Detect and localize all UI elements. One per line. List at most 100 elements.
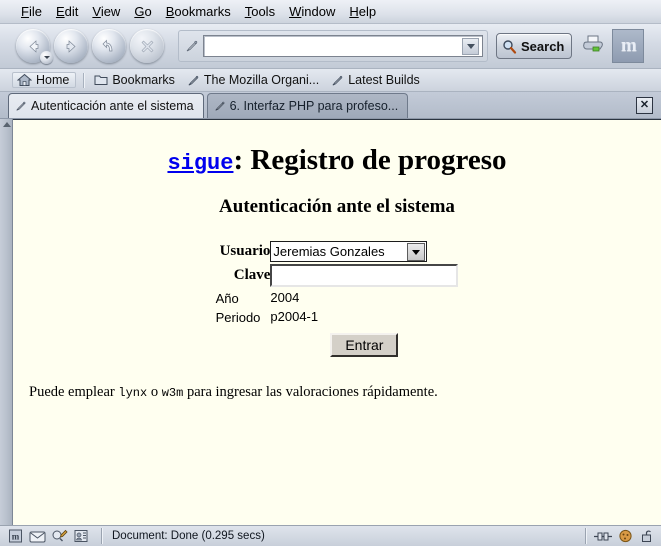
- stop-button[interactable]: [130, 29, 164, 63]
- component-bar: m: [0, 528, 97, 545]
- back-button[interactable]: [16, 29, 53, 64]
- content-row: sigue: Registro de progreso Autenticació…: [0, 119, 661, 525]
- ano-value: 2004: [270, 290, 300, 305]
- unlocked-padlock-icon[interactable]: [637, 528, 657, 545]
- bookmark-latest-builds[interactable]: Latest Builds: [327, 72, 426, 88]
- tab-bar: Autenticación ante el sistema 6. Interfa…: [0, 92, 661, 119]
- bookmark-icon: [187, 74, 200, 87]
- bookmarks-toolbar: Home Bookmarks The Mozilla Organi... Lat…: [0, 69, 661, 92]
- menu-window-mnemonic: W: [289, 4, 302, 19]
- menu-bookmarks-rest: ookmarks: [174, 4, 231, 19]
- search-button-label: Search: [521, 38, 565, 54]
- page-subtitle: Autenticación ante el sistema: [219, 196, 455, 217]
- back-arrow-icon: [28, 39, 38, 53]
- tab-interfaz-php-label: 6. Interfaz PHP para profeso...: [229, 99, 399, 113]
- menu-go-rest: o: [144, 4, 152, 19]
- stop-x-icon: [141, 40, 153, 52]
- bookmark-mozilla-org[interactable]: The Mozilla Organi...: [183, 72, 325, 88]
- printer-icon: [583, 35, 604, 52]
- connection-icon[interactable]: [593, 528, 613, 545]
- entrar-button[interactable]: Entrar: [330, 333, 399, 357]
- bookmark-home-button[interactable]: Home: [12, 72, 77, 88]
- footnote-code-lynx: lynx: [118, 386, 148, 400]
- sigue-link[interactable]: sigue: [167, 151, 233, 176]
- composer-icon[interactable]: [49, 528, 69, 545]
- menu-view[interactable]: View: [85, 3, 127, 20]
- menu-help-mnemonic: H: [349, 4, 359, 19]
- footnote-part2: o: [147, 384, 162, 400]
- usuario-select-wrapper: Jeremias Gonzales: [270, 241, 428, 262]
- menu-help-rest: elp: [358, 4, 377, 19]
- menu-edit[interactable]: Edit: [49, 3, 85, 20]
- bookmark-bookmarks-folder[interactable]: Bookmarks: [90, 72, 181, 88]
- tab-page-icon: [214, 100, 226, 112]
- menu-window[interactable]: Window: [282, 3, 342, 20]
- footnote: Puede emplear lynx o w3m para ingresar l…: [29, 384, 661, 401]
- periodo-label: Periodo: [215, 310, 261, 325]
- status-separator: [585, 528, 587, 544]
- status-bar: m Document: Done (0.295 secs): [0, 525, 661, 546]
- tab-interfaz-php[interactable]: 6. Interfaz PHP para profeso...: [206, 93, 409, 118]
- status-text: Document: Done (0.295 secs): [112, 530, 265, 542]
- navigation-toolbar: Search m: [0, 24, 661, 69]
- page-title-rest: : Registro de progreso: [233, 144, 507, 176]
- back-dropdown-icon[interactable]: [40, 51, 53, 64]
- usuario-select[interactable]: Jeremias Gonzales: [270, 241, 428, 262]
- forward-arrow-icon: [66, 39, 76, 53]
- menu-help[interactable]: Help: [342, 3, 383, 20]
- close-tab-button[interactable]: ✕: [636, 97, 653, 114]
- toolbar-separator: [83, 72, 86, 88]
- search-button[interactable]: Search: [496, 33, 573, 59]
- home-icon: [17, 73, 32, 87]
- mozilla-logo-icon[interactable]: m: [612, 29, 645, 63]
- menu-window-rest: indow: [301, 4, 336, 19]
- addressbook-icon[interactable]: [71, 528, 91, 545]
- url-input[interactable]: [207, 38, 462, 54]
- cookie-icon[interactable]: [615, 528, 635, 545]
- menu-bar: File Edit View Go Bookmarks Tools Window…: [0, 0, 661, 24]
- tab-page-icon: [15, 100, 27, 112]
- usuario-label: Usuario: [219, 243, 271, 259]
- footnote-part1: Puede emplear: [29, 384, 119, 400]
- sidebar-collapse-strip[interactable]: [0, 119, 13, 525]
- menu-go-mnemonic: G: [134, 4, 145, 19]
- bookmark-mozilla-org-label: The Mozilla Organi...: [203, 73, 320, 87]
- mozilla-logo-label: m: [620, 35, 637, 56]
- menu-view-mnemonic: V: [92, 4, 101, 19]
- forward-button[interactable]: [54, 29, 88, 63]
- submit-cell: Entrar: [270, 326, 458, 358]
- menu-file-rest: ile: [28, 4, 42, 19]
- footnote-part3: para ingresar las valoraciones rápidamen…: [183, 384, 438, 400]
- menu-go[interactable]: Go: [127, 3, 158, 20]
- browser-icon[interactable]: m: [5, 528, 25, 545]
- clave-input[interactable]: [270, 264, 459, 287]
- ano-label: Año: [215, 291, 239, 306]
- bookmark-tag-icon: [185, 39, 199, 53]
- table-row-usuario: Usuario Jeremias Gonzales: [216, 240, 459, 263]
- tab-autenticacion[interactable]: Autenticación ante el sistema: [8, 93, 204, 118]
- clave-label: Clave: [233, 267, 271, 283]
- menu-bookmarks[interactable]: Bookmarks: [159, 3, 238, 20]
- menu-view-rest: iew: [100, 4, 121, 19]
- table-row-submit: Entrar: [216, 326, 459, 358]
- print-button[interactable]: [576, 29, 610, 63]
- page-content: sigue: Registro de progreso Autenticació…: [13, 119, 661, 525]
- menu-edit-rest: dit: [64, 4, 79, 19]
- url-dropdown-icon[interactable]: [462, 37, 479, 55]
- svg-text:m: m: [11, 532, 19, 542]
- usuario-field-cell: Jeremias Gonzales: [270, 240, 458, 263]
- menu-tools[interactable]: Tools: [238, 3, 282, 20]
- menu-edit-mnemonic: E: [55, 4, 65, 19]
- clave-field-cell: [270, 263, 459, 288]
- location-bar[interactable]: [203, 35, 483, 57]
- menu-file[interactable]: File: [14, 3, 49, 20]
- tab-autenticacion-label: Autenticación ante el sistema: [31, 99, 194, 113]
- table-row-clave: Clave: [216, 263, 459, 288]
- reload-button[interactable]: [92, 29, 126, 63]
- bookmark-bookmarks-label: Bookmarks: [112, 73, 175, 87]
- close-icon: ✕: [639, 99, 650, 111]
- mail-icon[interactable]: [27, 528, 47, 545]
- status-right-icons: [591, 528, 661, 545]
- bookmark-home-label: Home: [36, 73, 70, 87]
- page-title: sigue: Registro de progreso: [13, 144, 661, 177]
